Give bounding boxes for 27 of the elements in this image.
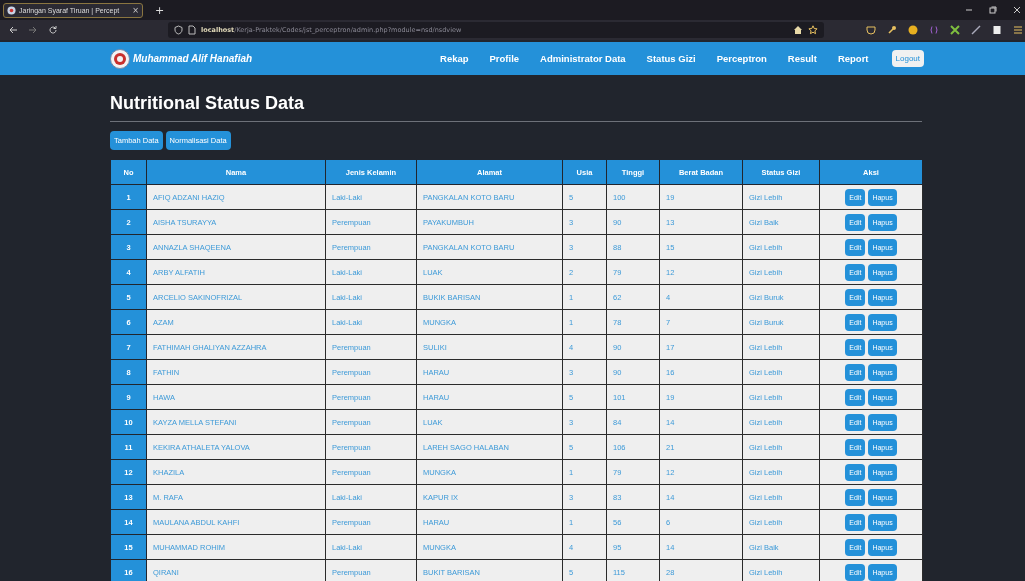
nav-link[interactable]: Perceptron — [716, 53, 767, 64]
home-icon[interactable] — [793, 25, 803, 35]
page-title: Nutritional Status Data — [110, 93, 306, 114]
cross-tool-icon[interactable] — [950, 25, 960, 35]
nav-link[interactable]: Administrator Data — [540, 53, 626, 64]
nav-link[interactable]: Report — [837, 53, 869, 64]
new-tab-button[interactable]: + — [155, 3, 165, 17]
star-icon[interactable] — [808, 25, 818, 35]
nav-link[interactable]: Status Gizi — [646, 53, 696, 64]
nav-link[interactable]: Result — [787, 53, 817, 64]
restore-icon[interactable] — [989, 6, 997, 14]
brackets-icon[interactable] — [929, 25, 939, 35]
brand-name[interactable]: Muhammad Alif Hanafiah — [133, 53, 253, 64]
close-icon[interactable] — [1013, 6, 1021, 14]
forward-icon[interactable] — [28, 25, 38, 35]
back-icon[interactable] — [8, 25, 18, 35]
nav-link[interactable]: Profile — [489, 53, 520, 64]
menu-icon[interactable] — [1013, 25, 1023, 35]
minimize-icon[interactable] — [965, 6, 973, 14]
logo-icon — [110, 48, 130, 69]
reload-icon[interactable] — [48, 25, 58, 35]
close-tab-button[interactable]: × — [132, 5, 139, 15]
shield-icon — [174, 25, 183, 35]
wrench-icon[interactable] — [887, 25, 897, 35]
nav-link[interactable]: Rekap — [440, 53, 469, 64]
logout-button[interactable]: Logout — [891, 50, 924, 67]
page-icon — [188, 25, 196, 35]
